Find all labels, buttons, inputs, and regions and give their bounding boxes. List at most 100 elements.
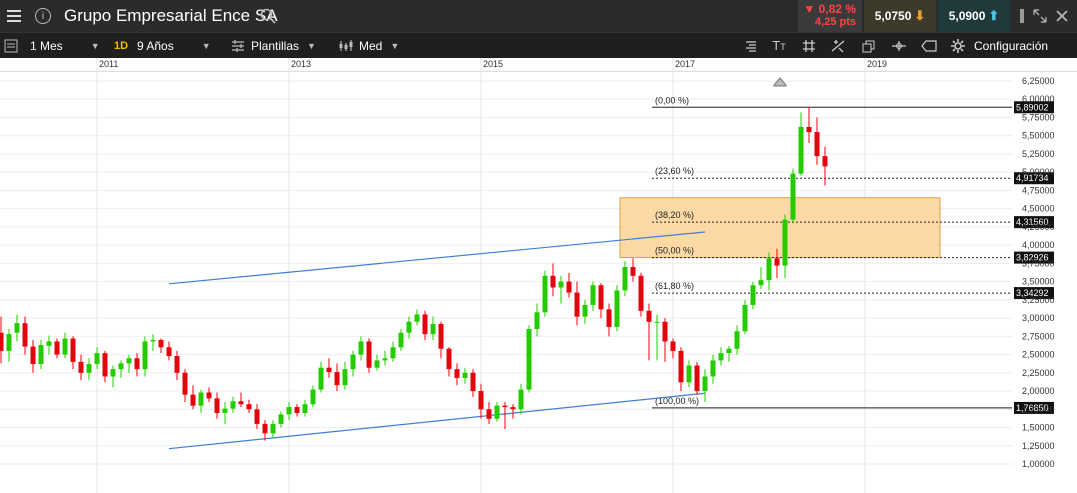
align-right-icon[interactable] [740,33,762,58]
bid-price-button[interactable]: 5,0750 ⬇ [864,0,936,32]
grid-icon[interactable] [798,33,820,58]
layers-icon[interactable] [858,33,880,58]
candle [454,363,460,386]
candle [814,117,820,165]
gear-icon [951,38,965,53]
candle [398,329,404,351]
candle [174,350,180,381]
chart-canvas[interactable]: (0,00 %)5,89002(23,60 %)4,91734(38,20 %)… [0,58,1077,493]
price-tick-label: 3,00000 [1022,313,1055,323]
range-dropdown[interactable]: 9 Años ▼ [137,33,215,58]
price-tick-label: 3,75000 [1022,258,1055,268]
candle [486,401,492,424]
candle [54,338,60,359]
chevron-down-icon: ▼ [90,40,100,51]
candle [534,303,540,337]
candle [38,339,44,370]
search-icon[interactable] [259,0,277,32]
candle [526,325,532,393]
arrow-up-icon: ⬆ [988,8,1000,23]
line-style-label: Med [359,38,383,53]
templates-label: Plantillas [251,38,300,53]
period-dropdown[interactable]: 1 Mes ▼ [30,33,106,58]
candle [606,303,612,337]
price-tick-label: 3,25000 [1022,295,1055,305]
candle [30,339,36,373]
candle [822,146,828,186]
candle [582,299,588,324]
price-tick-label: 1,00000 [1022,459,1055,469]
candle [542,270,548,317]
candle [334,363,340,392]
close-icon[interactable] [1052,0,1072,32]
menu-icon[interactable] [0,0,28,32]
templates-icon [232,39,244,52]
candle [710,354,716,384]
candle [678,347,684,392]
scroll-to-end-icon[interactable] [773,77,787,87]
label-tag-icon[interactable] [918,33,940,58]
fib-level-label: (38,20 %) [655,210,694,220]
candle [758,267,764,289]
grid-lines [0,58,1012,493]
templates-dropdown[interactable]: Plantillas ▼ [230,33,326,58]
text-size-icon[interactable]: TT [768,33,790,58]
list-icon[interactable] [0,33,22,58]
candle [110,365,116,388]
candle [374,354,380,371]
scroll-vertical-icon[interactable] [1012,0,1032,32]
candle [78,354,84,381]
candle [190,385,196,410]
candle [118,360,124,378]
candle [422,310,428,340]
chart-toolbar: 1 Mes ▼ 1D 9 Años ▼ Plantillas ▼ Med ▼ T… [0,32,1077,58]
candle [702,369,708,402]
candle [158,338,164,354]
range-label: 9 Años [137,38,174,53]
candle [766,252,772,291]
candle [262,420,268,441]
candle [734,325,740,355]
chevron-down-icon: ▼ [201,40,211,51]
candle [46,335,52,355]
info-icon[interactable]: i [33,0,53,32]
candle [670,338,676,359]
candle [598,283,604,319]
price-tick-label: 4,00000 [1022,240,1055,250]
candle [590,281,596,311]
line-style-dropdown[interactable]: Med ▼ [338,33,406,58]
candles-icon [339,39,353,51]
candle [462,367,468,384]
candle [694,361,700,395]
instrument-header: i Grupo Empresarial Ence SA ▼ 0,82 % 4,2… [0,0,1077,32]
price-tick-label: 5,50000 [1022,131,1055,141]
candle [302,399,308,417]
price-axis: 6,25000 6,00000 5,75000 5,50000 5,25000 5,000… [1022,76,1055,469]
settings-button[interactable]: Configuración [950,33,1070,58]
period-label: 1 Mes [30,38,63,53]
candle [478,383,484,419]
candle [0,316,4,364]
candle [254,404,260,429]
price-chart[interactable]: 2011 2013 2015 2017 2019 (0,00 %) 5,89002 (23,… [0,58,1077,493]
chart-app: i Grupo Empresarial Ence SA ▼ 0,82 % 4,2… [0,0,1077,493]
candle [414,309,420,326]
interval-1d-badge[interactable]: 1D [114,33,128,58]
candle [342,361,348,390]
price-tick-label: 3,50000 [1022,277,1055,287]
candle [574,281,580,326]
candle [326,358,332,378]
candle [142,336,148,377]
ask-price-button[interactable]: 5,0900 ⬆ [938,0,1010,32]
candle [382,350,388,366]
drawing-tools-icon[interactable] [827,33,849,58]
crosshair-icon[interactable] [888,33,910,58]
change-percent: ▼ 0,82 % [803,2,856,16]
expand-icon[interactable] [1030,0,1050,32]
candle [278,411,284,428]
candle [222,401,228,424]
candle [494,401,500,422]
candle [550,263,556,297]
candle [750,281,756,310]
candle [614,285,620,332]
